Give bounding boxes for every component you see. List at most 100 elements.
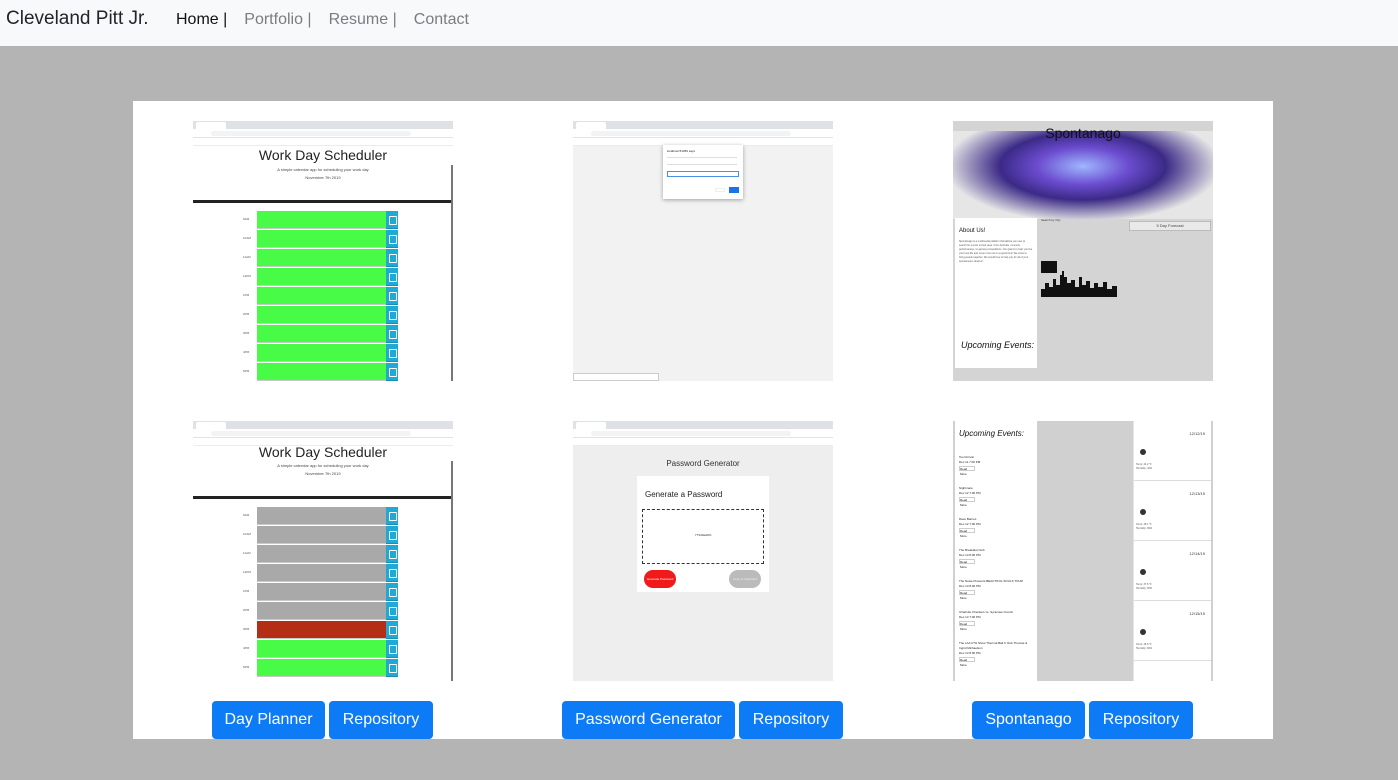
about-title: About Us! — [959, 228, 986, 234]
wds-title: Work Day Scheduler — [258, 147, 388, 163]
wds-hour-label: 4PM — [243, 350, 250, 354]
forecast-day: 12/15/19 Temp: 36.8 °F Humidity: 66% — [1133, 603, 1211, 661]
wds-hour-label: 10AM — [243, 236, 251, 240]
forecast-humidity-value: Humidity: 69% — [1136, 527, 1153, 530]
forecast-temp: Temp: 37.8 °F Humidity: 65% — [1136, 583, 1152, 591]
password-generator-repo-button[interactable]: Repository — [739, 701, 843, 739]
read-more-button: Read More — [959, 466, 975, 476]
dialog-title: localhost:51050 says — [667, 149, 696, 153]
event-item: The LAA FTH Show Thermal Ball ft. Rob Th… — [959, 641, 1029, 667]
wds-time-slot — [257, 268, 386, 286]
forecast-day: 12/14/19 Temp: 37.8 °F Humidity: 65% — [1133, 543, 1211, 601]
save-icon — [386, 268, 398, 286]
wds-time-slot — [257, 545, 386, 563]
wds-hour-label: 9AM — [243, 217, 250, 221]
password-generator-screenshot: localhost:51050 says — [573, 121, 833, 381]
event-date: Dec 13 8:00 PM — [959, 553, 981, 557]
event-item: Tool Arrival Dec 11 7:00 PM Read More — [959, 455, 1029, 476]
read-more-button: Read More — [959, 621, 975, 631]
browser-address-bar — [193, 429, 453, 438]
browser-address-bar — [573, 129, 833, 138]
day-planner-screenshot: Work Day Scheduler A simple calendar app… — [193, 121, 453, 381]
search-label: Search by City — [1041, 218, 1061, 222]
brand-link[interactable]: Cleveland Pitt Jr. — [6, 8, 149, 30]
pg-password-text: YT3d9a&#% — [694, 533, 712, 537]
spontanago-hero-title: Spontanago — [1045, 125, 1121, 141]
spontanago-button[interactable]: Spontanago — [972, 701, 1085, 739]
wds-date: November 7th 2019 — [305, 471, 341, 476]
wds-time-slot — [257, 564, 386, 582]
event-item: Dave Barnes Dec 12 7:00 PM Read More — [959, 517, 1029, 538]
read-more-button: Read More — [959, 590, 975, 600]
nav-portfolio-link[interactable]: Portfolio | — [244, 10, 311, 30]
save-icon — [386, 325, 398, 343]
forecast-date: 12/15/19 — [1189, 611, 1205, 616]
wds-time-slot — [257, 211, 386, 229]
day-planner-screenshot-2: Work Day Scheduler A simple calendar app… — [193, 421, 453, 681]
save-icon — [386, 306, 398, 324]
wds-time-slot — [257, 230, 386, 248]
save-icon — [386, 507, 398, 525]
wds-hour-label: 1PM — [243, 589, 250, 593]
day-planner-button[interactable]: Day Planner — [212, 701, 325, 739]
read-more-button: Read More — [959, 657, 975, 667]
event-date: Dec 13 8:00 PM — [959, 584, 981, 588]
upcoming-heading: Upcoming Events: — [961, 340, 1035, 350]
wds-scroll-edge — [451, 165, 453, 381]
nav-contact-link[interactable]: Contact — [414, 10, 469, 30]
wds-hour-label: 1PM — [243, 293, 250, 297]
nav-links: Home | Portfolio | Resume | Contact — [176, 10, 486, 30]
event-item: Charlotte Checkers vs. Syracuse Crunch De… — [959, 610, 1029, 631]
browser-bookmarks-bar — [573, 438, 833, 446]
wds-subtitle: A simple calendar app for scheduling you… — [277, 167, 369, 172]
save-icon — [386, 344, 398, 362]
forecast-temp: Temp: 36.8 °F Humidity: 66% — [1136, 643, 1152, 651]
spontanago-hero: Spontanago — [953, 125, 1213, 219]
password-generator-button[interactable]: Password Generator — [562, 701, 735, 739]
forecast-humidity-value: Humidity: 42% — [1136, 467, 1153, 470]
wds-time-slot — [257, 287, 386, 305]
event-date: Dec 12 7:00 PM — [959, 522, 981, 526]
pg-page-title: Password Generator — [666, 459, 740, 468]
wds-divider — [193, 496, 451, 499]
wds-time-slot — [257, 640, 386, 658]
nav-home-link[interactable]: Home | — [176, 10, 227, 30]
save-icon — [386, 211, 398, 229]
wds-hour-label: 2PM — [243, 608, 250, 612]
events-panel: Upcoming Events: Tool Arrival Dec 11 7:00… — [955, 421, 1037, 681]
wds-hour-label: 5PM — [243, 369, 250, 373]
wds-time-slot — [257, 621, 386, 639]
forecast-day: 12/13/19 Temp: 38.1 °F Humidity: 69% — [1133, 483, 1211, 541]
forecast-date: 12/14/19 — [1189, 551, 1205, 556]
pg-card: Generate a Password YT3d9a&#% Generate P… — [637, 476, 769, 592]
wds-subtitle: A simple calendar app for scheduling you… — [277, 463, 369, 468]
event-item: The Noise Presents BEAUTIFUL SOULS TOUR D… — [959, 579, 1029, 600]
wds-time-slot — [257, 325, 386, 343]
wds-time-slot — [257, 583, 386, 601]
spontanago-repo-button[interactable]: Repository — [1089, 701, 1193, 739]
wds-hour-label: 12PM — [243, 274, 251, 278]
forecast-heading: 5 Day Forecast — [1129, 221, 1211, 231]
spontanago-screenshot-2: Upcoming Events: Tool Arrival Dec 11 7:00… — [953, 421, 1213, 681]
navbar: Cleveland Pitt Jr. Home | Portfolio | Re… — [0, 0, 1398, 46]
wds-hour-label: 3PM — [243, 331, 250, 335]
wds-scroll-edge — [451, 461, 453, 681]
event-date: Dec 13 8:00 PM — [959, 651, 981, 655]
forecast-day: 12/12/19 Temp: 44.2 °F Humidity: 42% — [1133, 423, 1211, 481]
day-planner-repo-button[interactable]: Repository — [329, 701, 433, 739]
browser-tabbar — [193, 421, 453, 429]
save-icon — [386, 249, 398, 267]
save-icon — [386, 583, 398, 601]
event-name: The LAA FTH Show Thermal Ball ft. Rob Th… — [959, 641, 1028, 650]
wds-divider — [193, 200, 451, 203]
event-date: Dec 11 7:00 PM — [959, 460, 981, 464]
wds-hour-label: 10AM — [243, 532, 251, 536]
weather-icon — [1140, 509, 1146, 515]
pg-generate-button: Generate Password — [644, 570, 676, 588]
browser-tabbar — [573, 121, 833, 129]
spontanago-screenshot: Spontanago About Us! Spontanago is a mul… — [953, 121, 1213, 381]
forecast-humidity-value: Humidity: 66% — [1136, 647, 1153, 650]
password-generator-screenshot-2: Password Generator Generate a Password Y… — [573, 421, 833, 681]
read-more-button: Read More — [959, 559, 975, 569]
nav-resume-link[interactable]: Resume | — [329, 10, 397, 30]
